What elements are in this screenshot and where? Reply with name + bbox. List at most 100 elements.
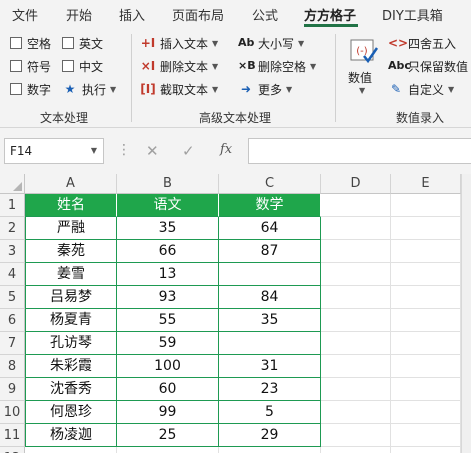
vertical-scrollbar-edge[interactable] [461, 174, 471, 453]
extract-text-button[interactable]: [I] 截取文本 ▼ [140, 80, 218, 98]
tab-insert[interactable]: 插入 [119, 5, 145, 24]
empty-cell[interactable] [321, 194, 391, 217]
tab-page-layout[interactable]: 页面布局 [172, 5, 224, 24]
empty-cell[interactable] [391, 424, 461, 447]
table-header-cell[interactable]: 数学 [219, 194, 321, 217]
checkbox-number[interactable]: 数字 [10, 80, 51, 98]
name-box[interactable]: F14 ▼ [4, 138, 104, 164]
table-cell[interactable]: 姜雪 [25, 263, 117, 286]
empty-cell[interactable] [391, 263, 461, 286]
column-header-e[interactable]: E [391, 174, 461, 194]
empty-cell[interactable] [219, 447, 321, 453]
row-header-10[interactable]: 10 [0, 401, 25, 424]
table-cell[interactable]: 29 [219, 424, 321, 447]
row-header-3[interactable]: 3 [0, 240, 25, 263]
column-header-a[interactable]: A [25, 174, 117, 194]
tab-fangfanggezi[interactable]: 方方格子 [304, 5, 356, 24]
insert-text-button[interactable]: +I 插入文本 ▼ [140, 34, 218, 52]
empty-cell[interactable] [321, 401, 391, 424]
empty-cell[interactable] [321, 286, 391, 309]
empty-cell[interactable] [25, 447, 117, 453]
row-header-1[interactable]: 1 [0, 194, 25, 217]
custom-button[interactable]: ✎ 自定义 ▼ [388, 80, 454, 98]
table-cell[interactable]: 杨夏青 [25, 309, 117, 332]
table-header-cell[interactable]: 语文 [117, 194, 219, 217]
table-cell[interactable] [219, 332, 321, 355]
empty-cell[interactable] [321, 240, 391, 263]
row-header-12[interactable]: 12 [0, 447, 25, 453]
keep-values-button[interactable]: Abc 只保留数值 [388, 57, 468, 75]
delete-text-button[interactable]: ×I 删除文本 ▼ [140, 57, 218, 75]
empty-cell[interactable] [321, 217, 391, 240]
empty-cell[interactable] [321, 378, 391, 401]
checkbox-english[interactable]: 英文 [62, 34, 103, 52]
empty-cell[interactable] [391, 332, 461, 355]
table-cell[interactable]: 13 [117, 263, 219, 286]
insert-function-icon[interactable]: fx [220, 142, 232, 157]
empty-cell[interactable] [117, 447, 219, 453]
tab-formulas[interactable]: 公式 [252, 5, 278, 24]
table-cell[interactable]: 杨凌迦 [25, 424, 117, 447]
formula-input[interactable] [248, 138, 471, 164]
checkbox-box[interactable] [10, 60, 22, 72]
execute-button[interactable]: ★ 执行 ▼ [62, 80, 117, 98]
table-cell[interactable]: 55 [117, 309, 219, 332]
empty-cell[interactable] [391, 355, 461, 378]
empty-cell[interactable] [391, 286, 461, 309]
table-cell[interactable]: 沈香秀 [25, 378, 117, 401]
empty-cell[interactable] [391, 217, 461, 240]
select-all-corner[interactable] [0, 174, 25, 194]
row-header-6[interactable]: 6 [0, 309, 25, 332]
table-cell[interactable]: 秦苑 [25, 240, 117, 263]
table-cell[interactable]: 何恩珍 [25, 401, 117, 424]
checkbox-box[interactable] [10, 83, 22, 95]
column-header-c[interactable]: C [219, 174, 321, 194]
row-header-9[interactable]: 9 [0, 378, 25, 401]
checkbox-chinese[interactable]: 中文 [62, 57, 103, 75]
table-header-cell[interactable]: 姓名 [25, 194, 117, 217]
table-cell[interactable]: 60 [117, 378, 219, 401]
row-header-5[interactable]: 5 [0, 286, 25, 309]
table-cell[interactable]: 5 [219, 401, 321, 424]
table-cell[interactable]: 严融 [25, 217, 117, 240]
column-header-d[interactable]: D [321, 174, 391, 194]
table-cell[interactable]: 93 [117, 286, 219, 309]
table-cell[interactable]: 孔访琴 [25, 332, 117, 355]
table-cell[interactable]: 31 [219, 355, 321, 378]
column-header-b[interactable]: B [117, 174, 219, 194]
table-cell[interactable]: 35 [219, 309, 321, 332]
checkbox-box[interactable] [62, 60, 74, 72]
table-cell[interactable]: 100 [117, 355, 219, 378]
checkbox-space[interactable]: 空格 [10, 34, 51, 52]
empty-cell[interactable] [321, 332, 391, 355]
empty-cell[interactable] [321, 424, 391, 447]
empty-cell[interactable] [391, 378, 461, 401]
table-cell[interactable] [219, 263, 321, 286]
delete-space-button[interactable]: ×B 删除空格 ▼ [238, 57, 316, 75]
confirm-icon[interactable]: ✓ [182, 142, 195, 160]
cancel-icon[interactable]: ✕ [146, 142, 159, 160]
drag-handle-icon[interactable]: ⋮ [117, 142, 131, 158]
round-button[interactable]: <> 四舍五入 [388, 34, 456, 52]
checkbox-symbol[interactable]: 符号 [10, 57, 51, 75]
table-cell[interactable]: 84 [219, 286, 321, 309]
table-cell[interactable]: 朱彩霞 [25, 355, 117, 378]
table-cell[interactable]: 66 [117, 240, 219, 263]
checkbox-box[interactable] [62, 37, 74, 49]
tab-home[interactable]: 开始 [66, 5, 92, 24]
change-case-button[interactable]: Ab 大小写 ▼ [238, 34, 304, 52]
table-cell[interactable]: 23 [219, 378, 321, 401]
row-header-7[interactable]: 7 [0, 332, 25, 355]
table-cell[interactable]: 25 [117, 424, 219, 447]
row-header-2[interactable]: 2 [0, 217, 25, 240]
empty-cell[interactable] [391, 194, 461, 217]
more-button[interactable]: ➜ 更多 ▼ [238, 80, 292, 98]
empty-cell[interactable] [391, 240, 461, 263]
empty-cell[interactable] [391, 401, 461, 424]
table-cell[interactable]: 吕易梦 [25, 286, 117, 309]
empty-cell[interactable] [321, 309, 391, 332]
row-header-4[interactable]: 4 [0, 263, 25, 286]
empty-cell[interactable] [321, 447, 391, 453]
numeric-big-button[interactable]: (-) 数值 ▼ [346, 34, 382, 98]
empty-cell[interactable] [321, 263, 391, 286]
